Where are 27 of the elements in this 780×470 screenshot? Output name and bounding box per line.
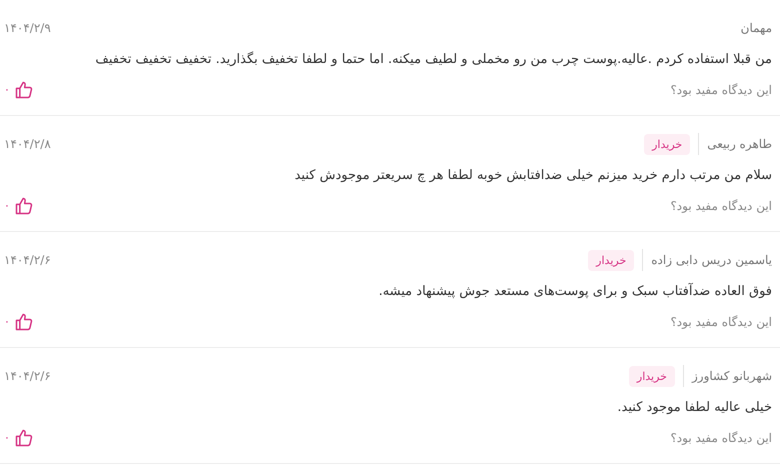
helpful-prompt: این دیدگاه مفید بود؟ bbox=[670, 314, 772, 328]
like-count: ۰ bbox=[4, 315, 10, 328]
like-count: ۰ bbox=[4, 431, 10, 444]
review-date: ۱۴۰۴/۲/۹ bbox=[4, 21, 51, 35]
helpful-prompt: این دیدگاه مفید بود؟ bbox=[670, 430, 772, 444]
like-count: ۰ bbox=[4, 83, 10, 96]
review-comment: فوق العاده ضدآفتاب سبک و برای پوست‌های مستعد جوش پیشنهاد میشه. bbox=[378, 282, 772, 301]
helpful-prompt: این دیدگاه مفید بود؟ bbox=[670, 82, 772, 96]
review-date: ۱۴۰۴/۲/۶ bbox=[4, 369, 51, 383]
helpful-prompt: این دیدگاه مفید بود؟ bbox=[670, 198, 772, 212]
like-count: ۰ bbox=[4, 199, 10, 212]
thumbs-up-icon[interactable] bbox=[14, 428, 34, 448]
buyer-badge: خریدار bbox=[644, 134, 690, 154]
author-name: یاسمین دریس دابی زاده bbox=[651, 253, 772, 267]
review-comment: من قبلا استفاده کردم .عالیه.پوست چرب من رو مخملی و لطیف میکنه. اما حتما و لطفا تخفیف بگذارید. تخفیف تخفیف تخفیف bbox=[94, 50, 772, 69]
thumbs-up-icon[interactable] bbox=[14, 80, 34, 100]
review-comment: خیلی عالیه لطفا موجود کنید. bbox=[616, 399, 772, 417]
author-name: طاهره ربیعی bbox=[707, 137, 772, 151]
thumbs-up-icon[interactable] bbox=[14, 312, 34, 332]
buyer-badge: خریدار bbox=[628, 366, 675, 386]
review-date: ۱۴۰۴/۲/۶ bbox=[4, 253, 51, 267]
review-date: ۱۴۰۴/۲/۸ bbox=[4, 137, 51, 151]
thumbs-up-icon[interactable] bbox=[14, 196, 34, 216]
review-comment: سلام من مرتب دارم خرید میزنم خیلی ضدافتابش خوبه لطفا هر چ سریعتر موجودش کنید bbox=[294, 167, 772, 185]
author-name: شهربانو کشاورز bbox=[692, 369, 772, 383]
buyer-badge: خریدار bbox=[588, 250, 634, 270]
author-name: مهمان bbox=[740, 21, 772, 35]
